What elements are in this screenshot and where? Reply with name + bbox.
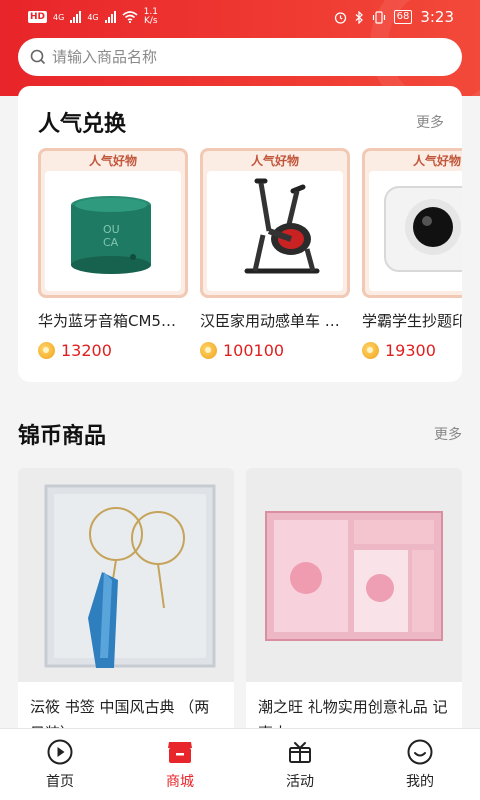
product-price: 13200: [38, 341, 190, 360]
product-tag: 人气好物: [88, 154, 137, 168]
jinbi-title: 锦币商品: [18, 424, 107, 449]
nav-label: 我的: [406, 774, 434, 790]
popular-more-link[interactable]: 更多: [416, 112, 444, 132]
product-price-value: 100100: [223, 341, 285, 360]
product-image-frame: 人气好物 OU CA: [38, 148, 188, 298]
hd-badge: HD: [28, 11, 48, 23]
product-price: 100100: [200, 341, 352, 360]
goods-card[interactable]: 潮之旺 礼物实用创意礼品 记事本: [246, 468, 462, 738]
gift-icon: [289, 742, 311, 763]
wifi-icon: [122, 11, 138, 23]
bottom-nav: 首页 商城 活动 我的: [0, 728, 480, 800]
net-speed-unit: K/s: [143, 16, 158, 26]
status-bar: HD 4G 4G 1.1 K/s 68 3:23: [0, 0, 480, 34]
clock: 3:23: [420, 8, 454, 26]
sakura-notebook-set-image: [265, 511, 443, 641]
coin-icon: [362, 342, 379, 359]
header: HD 4G 4G 1.1 K/s 68 3:23: [0, 0, 480, 96]
net-speed: 1.1 K/s: [144, 8, 158, 26]
signal-icon: [70, 11, 82, 23]
goods-image: [246, 468, 462, 682]
nav-item-mall[interactable]: 商城: [120, 729, 240, 800]
nav-item-activity[interactable]: 活动: [240, 729, 360, 800]
product-image-frame: 人气好物: [200, 148, 350, 298]
sim2-label: 4G: [87, 12, 99, 22]
nav-item-mine[interactable]: 我的: [360, 729, 480, 800]
goods-card[interactable]: 沄筱 书签 中国风古典 （两只装）: [18, 468, 234, 738]
goods-image: [18, 468, 234, 682]
sim1-label: 4G: [53, 12, 65, 22]
product-image-frame: 人气好物: [362, 148, 462, 298]
battery-indicator: 68: [393, 10, 413, 24]
nav-label: 活动: [286, 774, 314, 790]
product-card[interactable]: 人气好物 学霸学生抄题印 19300: [362, 148, 462, 360]
product-name: 汉臣家用动感单车 …: [200, 312, 340, 330]
product-card[interactable]: 人气好物 OU CA 华为蓝牙音箱CM5… 13200: [38, 148, 190, 360]
vibrate-icon: [372, 10, 385, 24]
popular-exchange-card: 人气兑换 更多 人气好物 OU CA 华为蓝牙音箱CM5… 13200 人气好物…: [18, 86, 462, 382]
smile-icon: [407, 739, 433, 765]
exercise-bike-image: [244, 178, 320, 274]
product-name: 学霸学生抄题印: [362, 312, 462, 330]
product-name: 华为蓝牙音箱CM5…: [38, 312, 176, 330]
product-price-value: 19300: [385, 341, 436, 360]
product-price-value: 13200: [61, 341, 112, 360]
product-card[interactable]: 人气好物 汉臣家用动感单车 … 100100: [200, 148, 352, 360]
shop-icon: [168, 742, 192, 763]
product-tag: 人气好物: [250, 154, 299, 168]
bluetooth-icon: [355, 10, 363, 24]
coin-icon: [38, 342, 55, 359]
svg-text:OU: OU: [103, 223, 120, 236]
svg-text:CA: CA: [103, 236, 119, 249]
bookmark-gift-box-image: [44, 484, 216, 668]
search-bar[interactable]: [18, 38, 462, 76]
mini-printer-image: [384, 186, 462, 272]
play-circle-icon: [47, 739, 73, 765]
alarm-icon: [334, 11, 346, 24]
popular-title: 人气兑换: [38, 112, 127, 137]
product-price: 19300: [362, 341, 462, 360]
search-icon: [30, 49, 46, 65]
search-input[interactable]: [52, 48, 432, 66]
product-tag: 人气好物: [412, 154, 461, 168]
nav-label: 商城: [166, 774, 194, 790]
speaker-image: OU CA: [71, 196, 151, 274]
coin-icon: [200, 342, 217, 359]
signal-icon: [104, 11, 116, 23]
nav-label: 首页: [46, 774, 74, 790]
jinbi-more-link[interactable]: 更多: [434, 424, 462, 444]
nav-item-home[interactable]: 首页: [0, 729, 120, 800]
